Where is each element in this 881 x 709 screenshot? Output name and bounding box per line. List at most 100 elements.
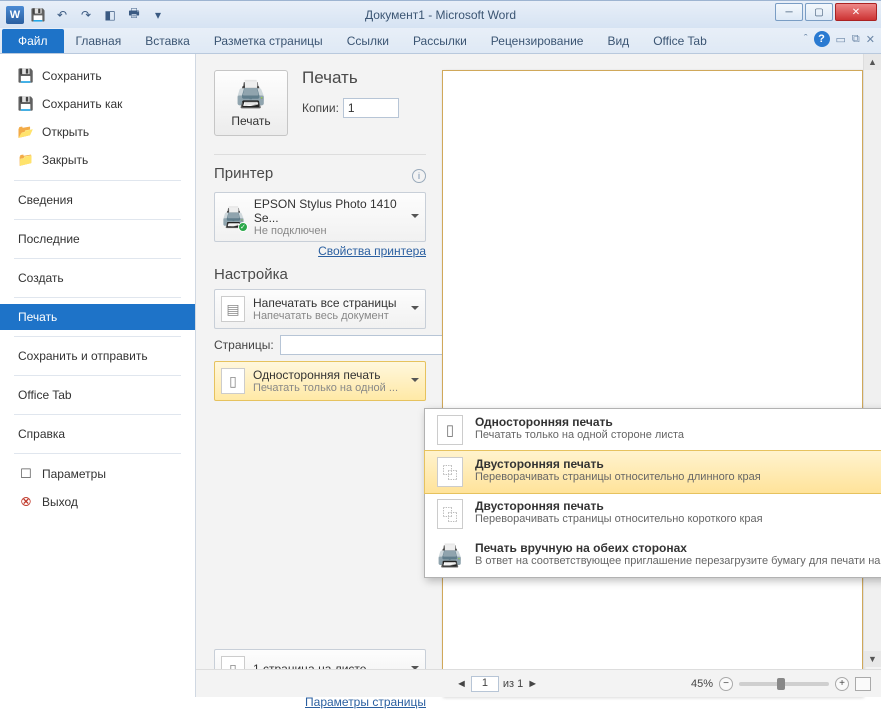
maximize-button[interactable]: ▢ xyxy=(805,3,833,21)
prev-page-icon[interactable]: ◄ xyxy=(456,678,467,690)
qat-btn-icon[interactable]: ◧ xyxy=(100,5,120,25)
print-panel: 🖨️ Печать Печать Копии: 1 Принтер i 🖨️✓ xyxy=(196,54,881,697)
sidebar-recent[interactable]: Последние xyxy=(0,226,195,252)
settings-heading: Настройка xyxy=(214,266,426,283)
tab-office-tab[interactable]: Office Tab xyxy=(641,30,719,53)
ribbon-opt-icon[interactable]: ▭ xyxy=(836,33,846,46)
zoom-label: 45% xyxy=(691,678,713,690)
sidebar-help[interactable]: Справка xyxy=(0,421,195,447)
tab-layout[interactable]: Разметка страницы xyxy=(202,30,335,53)
sidebar-save[interactable]: 💾Сохранить xyxy=(0,62,195,90)
chevron-down-icon xyxy=(411,214,419,222)
save-qat-icon[interactable]: 💾 xyxy=(28,5,48,25)
qat-more-icon[interactable]: ▾ xyxy=(148,5,168,25)
page-navigator: ◄ 1 из 1 ► xyxy=(456,676,538,692)
copies-input[interactable]: 1 xyxy=(343,98,399,118)
printer-info-icon[interactable]: i xyxy=(412,169,426,183)
sidebar-new[interactable]: Создать xyxy=(0,265,195,291)
sidebar-exit[interactable]: ⮿ Выход xyxy=(0,488,195,516)
pages-input[interactable] xyxy=(280,335,459,355)
pages-label: Страницы: xyxy=(214,338,274,352)
print-button[interactable]: 🖨️ Печать xyxy=(214,70,288,136)
opt2-sub: Переворачивать страницы относительно дли… xyxy=(475,471,761,483)
tab-insert[interactable]: Вставка xyxy=(133,30,202,53)
duplex-option-long-edge[interactable]: ⿻ Двусторонняя печатьПереворачивать стра… xyxy=(424,450,881,494)
backstage-view: 💾Сохранить 💾Сохранить как 📂Открыть 📁Закр… xyxy=(0,54,881,697)
tab-review[interactable]: Рецензирование xyxy=(479,30,596,53)
zoom-fit-button[interactable] xyxy=(855,677,871,691)
sidebar-office-tab[interactable]: Office Tab xyxy=(0,382,195,408)
page-setup-link[interactable]: Параметры страницы xyxy=(214,695,426,709)
sidebar-info[interactable]: Сведения xyxy=(0,187,195,213)
page-duplex-long-icon: ⿻ xyxy=(437,457,463,487)
printer-icon: 🖨️ xyxy=(235,79,267,110)
ribbon-opt2-icon[interactable]: ⧉ xyxy=(852,33,860,46)
sidebar-share[interactable]: Сохранить и отправить xyxy=(0,343,195,369)
redo-qat-icon[interactable]: ↷ xyxy=(76,5,96,25)
ribbon-min-icon[interactable]: ˆ xyxy=(804,33,808,45)
sidebar-save-label: Сохранить xyxy=(42,69,102,83)
page-number-input[interactable]: 1 xyxy=(471,676,499,692)
duplex-option-single[interactable]: ▯ Односторонняя печатьПечатать только на… xyxy=(425,409,881,451)
ribbon-close-icon[interactable]: ✕ xyxy=(866,33,875,46)
help-icon[interactable]: ? xyxy=(814,31,830,47)
duplex-option-short-edge[interactable]: ⿻ Двусторонняя печатьПереворачивать стра… xyxy=(425,493,881,535)
printer-device-icon: 🖨️✓ xyxy=(221,205,246,230)
print-settings-column: 🖨️ Печать Печать Копии: 1 Принтер i 🖨️✓ xyxy=(196,54,438,697)
options-icon: ☐ xyxy=(18,466,34,482)
page-single-icon: ▯ xyxy=(437,415,463,445)
sidebar-save-as[interactable]: 💾Сохранить как xyxy=(0,90,195,118)
sidebar-recent-label: Последние xyxy=(18,232,80,246)
chevron-down-icon xyxy=(411,306,419,314)
backstage-sidebar: 💾Сохранить 💾Сохранить как 📂Открыть 📁Закр… xyxy=(0,54,196,697)
minimize-button[interactable]: ─ xyxy=(775,3,803,21)
scroll-up-icon[interactable]: ▲ xyxy=(864,54,881,70)
sidebar-close[interactable]: 📁Закрыть xyxy=(0,146,195,174)
close-button[interactable]: ✕ xyxy=(835,3,877,21)
printer-properties-link[interactable]: Свойства принтера xyxy=(214,244,426,258)
zoom-in-button[interactable]: + xyxy=(835,677,849,691)
zoom-out-button[interactable]: − xyxy=(719,677,733,691)
duplex-option-manual[interactable]: 🖨️ Печать вручную на обеих сторонахВ отв… xyxy=(425,535,881,577)
print-range-selector[interactable]: ▤ Напечатать все страницы Напечатать вес… xyxy=(214,289,426,329)
sidebar-new-label: Создать xyxy=(18,271,64,285)
duplex-selector[interactable]: ▯ Односторонняя печать Печатать только н… xyxy=(214,361,426,401)
exit-icon: ⮿ xyxy=(18,494,34,510)
sidebar-help-label: Справка xyxy=(18,427,65,441)
tab-references[interactable]: Ссылки xyxy=(335,30,401,53)
sidebar-print[interactable]: Печать xyxy=(0,304,195,330)
zoom-thumb[interactable] xyxy=(777,678,785,690)
sidebar-print-label: Печать xyxy=(18,310,57,324)
opt3-sub: Переворачивать страницы относительно кор… xyxy=(475,513,763,525)
print-heading: Печать xyxy=(302,68,426,88)
duplex-sub: Печатать только на одной ... xyxy=(253,382,398,394)
zoom-slider[interactable] xyxy=(739,682,829,686)
printer-manual-icon: 🖨️ xyxy=(437,541,463,571)
sidebar-options[interactable]: ☐Параметры xyxy=(0,460,195,488)
opt1-title: Односторонняя печать xyxy=(475,415,684,429)
printer-heading: Принтер xyxy=(214,165,273,182)
window-controls: ─ ▢ ✕ xyxy=(775,3,877,21)
page-duplex-short-icon: ⿻ xyxy=(437,499,463,529)
opt3-title: Двусторонняя печать xyxy=(475,499,763,513)
preview-page xyxy=(442,70,863,697)
sidebar-open[interactable]: 📂Открыть xyxy=(0,118,195,146)
printer-selector[interactable]: 🖨️✓ EPSON Stylus Photo 1410 Se... Не под… xyxy=(214,192,426,242)
sidebar-info-label: Сведения xyxy=(18,193,73,207)
sidebar-exit-label: Выход xyxy=(42,495,78,509)
range-title: Напечатать все страницы xyxy=(253,296,397,310)
save-as-icon: 💾 xyxy=(18,96,34,112)
qat-print-icon[interactable]: 🖶 xyxy=(124,5,144,25)
chevron-down-icon xyxy=(411,378,419,386)
sidebar-officetab-label: Office Tab xyxy=(18,388,72,402)
tab-home[interactable]: Главная xyxy=(64,30,134,53)
tab-mailings[interactable]: Рассылки xyxy=(401,30,479,53)
scroll-down-icon[interactable]: ▼ xyxy=(864,651,881,667)
tab-view[interactable]: Вид xyxy=(595,30,641,53)
word-logo-icon: W xyxy=(6,6,24,24)
undo-qat-icon[interactable]: ↶ xyxy=(52,5,72,25)
zoom-controls: 45% − + xyxy=(691,677,871,691)
tab-file[interactable]: Файл xyxy=(2,29,64,53)
quick-access-toolbar: W 💾 ↶ ↷ ◧ 🖶 ▾ xyxy=(0,5,168,25)
next-page-icon[interactable]: ► xyxy=(527,678,538,690)
